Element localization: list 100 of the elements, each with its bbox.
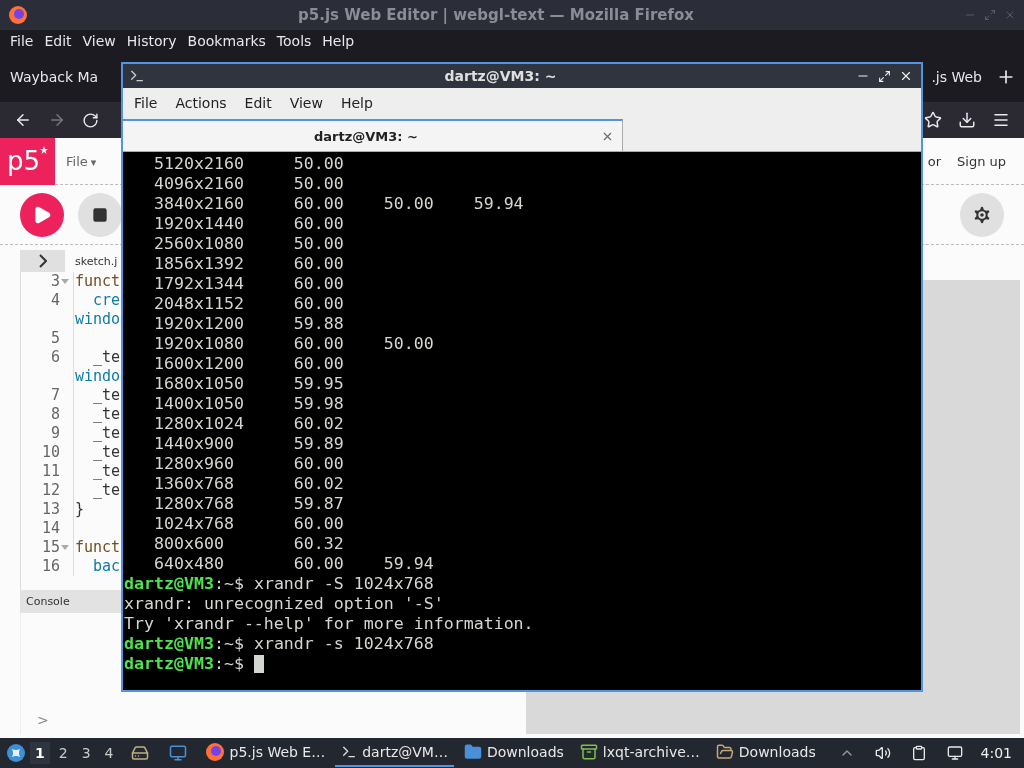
taskbar-item[interactable]: Downloads — [709, 739, 822, 767]
code-text: _te — [92, 443, 121, 462]
stop-button[interactable] — [78, 192, 122, 237]
p5-logo: p5 — [0, 137, 55, 185]
line-number: 12 — [41, 481, 60, 500]
stop-icon — [92, 206, 108, 223]
browser-tab[interactable]: Wayback Ma — [0, 56, 109, 98]
terminal-tab[interactable]: dartz@VM3: ~ — [123, 119, 623, 151]
prompt-user: dartz@VM3 — [124, 574, 214, 594]
or-text: or — [927, 153, 941, 169]
taskbar-item[interactable]: dartz@VM… — [335, 739, 454, 767]
window-title: dartz@VM3: ~ — [443, 68, 558, 84]
workspace-button[interactable]: 4 — [99, 742, 119, 764]
clock: 4:01 — [979, 745, 1013, 761]
menu-item[interactable]: History — [122, 33, 181, 49]
settings-button[interactable] — [960, 192, 1004, 237]
code-text: _te — [92, 405, 121, 424]
taskbar-item[interactable]: lxqt-archive… — [573, 739, 706, 767]
menu-item[interactable]: View — [78, 33, 120, 49]
terminal-output: 4096x2160 50.00 — [152, 174, 344, 194]
line-number: 9 — [50, 424, 60, 443]
line-number: 15 — [41, 538, 60, 557]
line-number: 14 — [41, 519, 60, 538]
terminal-command: xrandr -s 1024x768 — [252, 634, 434, 654]
terminal-output: 1680x1050 59.95 — [152, 374, 344, 394]
line-number: 11 — [41, 462, 60, 481]
monitor-icon[interactable] — [946, 745, 963, 761]
clipboard-icon[interactable] — [910, 745, 927, 761]
archive-icon — [579, 743, 598, 761]
terminal-output: 1920x1080 60.00 50.00 — [152, 334, 434, 354]
terminal-command: xrandr -S 1024x768 — [252, 574, 434, 594]
terminal-output: 1440x900 59.89 — [152, 434, 344, 454]
desktop-icon[interactable] — [168, 744, 187, 762]
window-title: p5.js Web Editor | webgl-text — Mozilla Firefox — [297, 6, 695, 24]
prompt-path: :~$ — [213, 654, 244, 674]
menu-item[interactable]: Bookmarks — [183, 33, 270, 49]
close-icon[interactable] — [899, 69, 913, 83]
reload-icon[interactable] — [82, 111, 99, 129]
taskbar-item[interactable]: p5.js Web E… — [198, 739, 332, 767]
line-number: 6 — [50, 348, 60, 367]
download-icon[interactable] — [958, 111, 976, 129]
code-text: _te — [92, 348, 121, 367]
start-menu-icon[interactable] — [6, 743, 26, 763]
code-text: _te — [92, 386, 121, 405]
firefox-icon — [204, 742, 225, 762]
taskbar-item[interactable]: Downloads — [457, 739, 570, 767]
line-number: 5 — [50, 329, 60, 348]
prompt-path: :~$ — [213, 634, 244, 654]
console-title: Console — [26, 595, 70, 608]
line-number: 8 — [50, 405, 60, 424]
terminal-output: 1600x1200 60.00 — [152, 354, 344, 374]
folder-icon — [463, 743, 482, 761]
menu-item[interactable]: Help — [318, 33, 359, 49]
menu-icon[interactable] — [992, 111, 1010, 129]
code-text: _te — [92, 462, 121, 481]
firefox-icon — [8, 5, 28, 25]
volume-icon[interactable] — [874, 745, 891, 761]
workspace-button[interactable]: 3 — [76, 742, 96, 764]
line-number: 7 — [50, 386, 60, 405]
code-text: funct — [74, 538, 121, 557]
menu-item[interactable]: File — [127, 95, 165, 111]
maximize-icon[interactable] — [878, 69, 891, 83]
workspace-button[interactable]: 2 — [53, 742, 73, 764]
sign-up-link[interactable]: Sign up — [957, 153, 1006, 169]
bookmark-star-icon[interactable] — [924, 111, 942, 129]
code-text: _te — [92, 424, 121, 443]
terminal-icon — [129, 68, 145, 84]
chevron-right-icon — [38, 254, 47, 268]
drive-icon[interactable] — [130, 744, 149, 762]
menu-item[interactable]: Edit — [40, 33, 76, 49]
forward-arrow-icon[interactable] — [48, 111, 66, 129]
terminal-output: 2560x1080 50.00 — [152, 234, 344, 254]
menu-item[interactable]: File — [6, 33, 38, 49]
terminal-icon — [341, 744, 358, 760]
terminal-output: 640x480 60.00 59.94 — [152, 554, 434, 574]
sidebar-toggle-button[interactable] — [20, 250, 65, 272]
terminal-output: 1856x1392 60.00 — [152, 254, 344, 274]
terminal-output: Try 'xrandr --help' for more information. — [124, 614, 534, 634]
menu-item[interactable]: View — [282, 95, 330, 111]
prompt-user: dartz@VM3 — [124, 634, 214, 654]
menu-item[interactable]: Edit — [237, 95, 279, 111]
console-prompt: > — [37, 712, 49, 728]
line-number: 3 — [50, 272, 60, 291]
terminal-output: 800x600 60.32 — [152, 534, 344, 554]
menu-item[interactable]: Help — [333, 95, 380, 111]
terminal-output: 1024x768 60.00 — [152, 514, 344, 534]
play-button[interactable] — [20, 192, 64, 237]
folder-icon — [715, 743, 734, 761]
file-menu[interactable]: File ▾ — [66, 153, 97, 169]
menu-item[interactable]: Actions — [168, 95, 234, 111]
code-text: windo — [74, 367, 121, 386]
terminal-output: 1400x1050 59.98 — [152, 394, 344, 414]
workspace-button[interactable]: 1 — [30, 742, 50, 764]
browser-tab[interactable]: .js Web — [927, 56, 988, 98]
terminal-output: xrandr: unrecognized option '-S' — [124, 594, 444, 614]
code-text: bac — [92, 557, 121, 576]
line-number: 13 — [41, 500, 60, 519]
file-tab[interactable]: sketch.j — [75, 254, 118, 268]
menu-item[interactable]: Tools — [272, 33, 316, 49]
terminal-output: 1280x960 60.00 — [152, 454, 344, 474]
